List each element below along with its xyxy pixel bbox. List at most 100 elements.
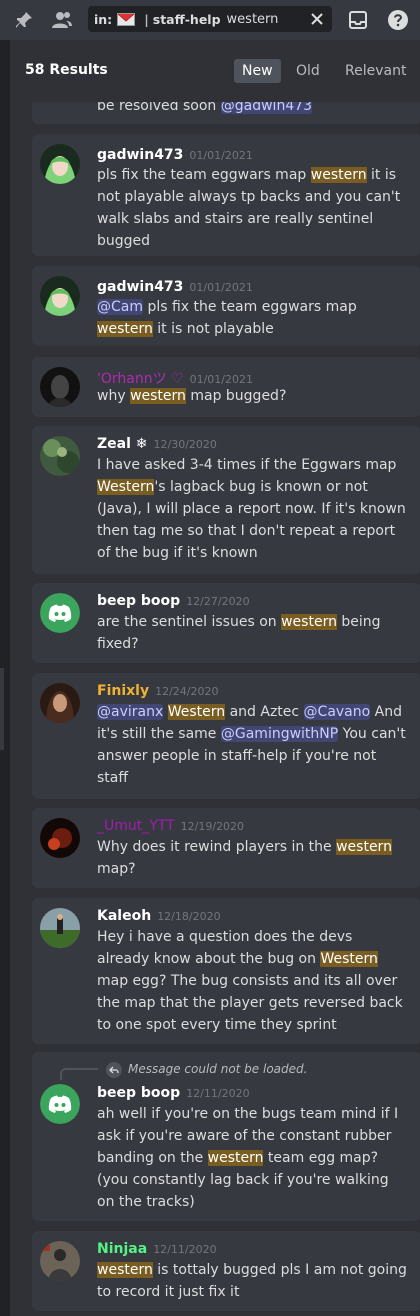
search-result[interactable]: Finixly 12/24/2020 @aviranx Western and A… [32, 673, 420, 799]
message-text: western is tottaly bugged pls I am not g… [97, 1259, 407, 1303]
search-highlight: western [336, 839, 392, 855]
help-icon[interactable] [386, 8, 410, 32]
clear-search-icon[interactable] [308, 10, 326, 32]
search-result[interactable]: Ninjaa 12/11/2020 western is tottaly bugg… [32, 1231, 420, 1311]
search-result[interactable]: gadwin473 01/01/2021 @Cam pls fix the tea… [32, 266, 420, 346]
sort-tab-new[interactable]: New [234, 59, 281, 83]
inbox-icon[interactable] [346, 8, 370, 32]
search-highlight: Western [320, 951, 378, 967]
text-segment: Why does it rewind players in the [97, 839, 337, 855]
message-text: Hey i have a question does the devs alre… [97, 926, 407, 1036]
field-avatar[interactable] [40, 908, 80, 948]
ninja-avatar[interactable] [40, 1241, 80, 1281]
search-bar[interactable]: in: | staff-help western [88, 6, 332, 32]
timestamp: 12/11/2020 [153, 1243, 217, 1256]
red-avatar[interactable] [40, 818, 80, 858]
search-highlight: western [207, 1150, 264, 1166]
reply-unavailable-note: Message could not be loaded. [128, 1062, 308, 1076]
author-name: beep boop [97, 593, 181, 609]
results-list: be resolved soon @gadwin473 gadwin473 01/… [10, 102, 420, 1316]
timestamp: 12/30/2020 [153, 438, 217, 451]
search-highlight: western [97, 321, 153, 337]
search-result[interactable]: be resolved soon @gadwin473 [32, 102, 420, 124]
timestamp: 12/27/2020 [186, 595, 250, 608]
message-text: are the sentinel issues on western being… [97, 611, 407, 655]
message-text: I have asked 3-4 times if the Eggwars ma… [97, 454, 407, 564]
pin-icon[interactable] [12, 8, 36, 32]
text-segment: why [97, 388, 131, 404]
sort-tab-old[interactable]: Old [288, 59, 328, 83]
message-author[interactable]: gadwin473 01/01/2021 [97, 279, 253, 295]
message-author[interactable]: Finixly 12/24/2020 [97, 683, 219, 699]
timestamp: 12/24/2020 [155, 685, 219, 698]
timestamp: 12/19/2020 [180, 820, 245, 833]
channel-envelope-icon [117, 12, 136, 26]
text-segment: I have asked 3-4 times if the Eggwars ma… [97, 457, 397, 473]
message-author[interactable]: beep boop 12/11/2020 [97, 1085, 250, 1101]
user-mention[interactable]: @Cam [97, 299, 143, 315]
search-highlight: western [130, 388, 186, 404]
search-highlight: western [97, 1262, 153, 1278]
message-text: ah well if you're on the bugs team mind … [97, 1103, 407, 1213]
author-name: Ninjaa [97, 1241, 148, 1257]
nature-avatar[interactable] [40, 436, 80, 476]
anime-avatar[interactable] [40, 276, 80, 316]
text-segment: are the sentinel issues on [97, 614, 282, 630]
search-input[interactable]: western [227, 12, 279, 27]
message-author[interactable]: gadwin473 01/01/2021 [97, 147, 253, 163]
text-segment: it is not playable [152, 321, 274, 337]
author-name: _Umut_YTT [97, 818, 175, 834]
search-separator: | [144, 11, 149, 27]
user-mention[interactable]: @gadwin473 [220, 102, 313, 114]
results-header: 58 Results New Old Relevant [10, 40, 420, 102]
discord-avatar[interactable] [40, 593, 80, 633]
dark-avatar[interactable] [40, 367, 80, 407]
discord-avatar[interactable] [40, 1084, 80, 1124]
search-highlight: western [281, 614, 337, 630]
message-author[interactable]: Zeal ❄ 12/30/2020 [97, 436, 217, 452]
results-count: 58 Results [25, 62, 108, 78]
timestamp: 01/01/2021 [189, 149, 253, 162]
search-result[interactable]: Zeal ❄ 12/30/2020 I have asked 3-4 times … [32, 426, 420, 574]
author-name: beep boop [97, 1085, 181, 1101]
text-segment: map? [97, 861, 136, 877]
text-segment: map egg? The bug consists and its all ov… [97, 973, 403, 1033]
reply-icon [106, 1062, 122, 1078]
user-mention[interactable]: @aviranx [97, 704, 164, 720]
message-author[interactable]: Kaleoh 12/18/2020 [97, 908, 221, 924]
text-segment: and Aztec [225, 704, 304, 720]
author-name: Finixly [97, 683, 150, 699]
search-result[interactable]: _Umut_YTT 12/19/2020 Why does it rewind p… [32, 808, 420, 888]
message-author[interactable]: beep boop 12/27/2020 [97, 593, 250, 609]
search-result[interactable]: beep boop 12/27/2020 are the sentinel iss… [32, 583, 420, 663]
text-segment: map bugged? [185, 388, 287, 404]
message-text: Why does it rewind players in the wester… [97, 836, 407, 880]
search-highlight: Western [97, 479, 155, 495]
search-result[interactable]: Kaleoh 12/18/2020 Hey i have a question d… [32, 898, 420, 1044]
top-toolbar: in: | staff-help western [0, 0, 420, 40]
rail-handle [0, 668, 4, 750]
message-text: pls fix the team eggwars map western it … [97, 164, 407, 252]
anime-avatar[interactable] [40, 144, 80, 184]
timestamp: 12/18/2020 [157, 910, 221, 923]
user-mention[interactable]: @Cavano [303, 704, 371, 720]
user-mention[interactable]: @GamingwithNP [220, 726, 339, 742]
sort-tab-relevant[interactable]: Relevant [337, 59, 414, 83]
search-result[interactable]: 'Orhannツ ♡ 01/01/2021 why western map bug… [32, 357, 420, 417]
message-text: @aviranx Western and Aztec @Cavano And i… [97, 701, 407, 789]
text-segment: Hey i have a question does the devs alre… [97, 929, 353, 967]
member-list-icon[interactable] [50, 8, 74, 32]
message-author[interactable]: _Umut_YTT 12/19/2020 [97, 818, 244, 834]
message-author[interactable]: Ninjaa 12/11/2020 [97, 1241, 217, 1257]
text-segment: be resolved soon [97, 102, 221, 114]
author-name: gadwin473 [97, 279, 184, 295]
search-channel: staff-help [152, 11, 221, 27]
search-result[interactable]: Message could not be loaded. beep boop 12… [32, 1052, 420, 1221]
girl-avatar[interactable] [40, 683, 80, 723]
message-text: why western map bugged? [97, 385, 407, 407]
search-filter-chip[interactable]: in: | staff-help [94, 12, 221, 27]
left-rail [0, 40, 10, 1316]
search-result[interactable]: gadwin473 01/01/2021 pls fix the team egg… [32, 134, 420, 256]
message-text: @Cam pls fix the team eggwars map wester… [97, 296, 407, 340]
author-name: Zeal ❄ [97, 436, 148, 452]
